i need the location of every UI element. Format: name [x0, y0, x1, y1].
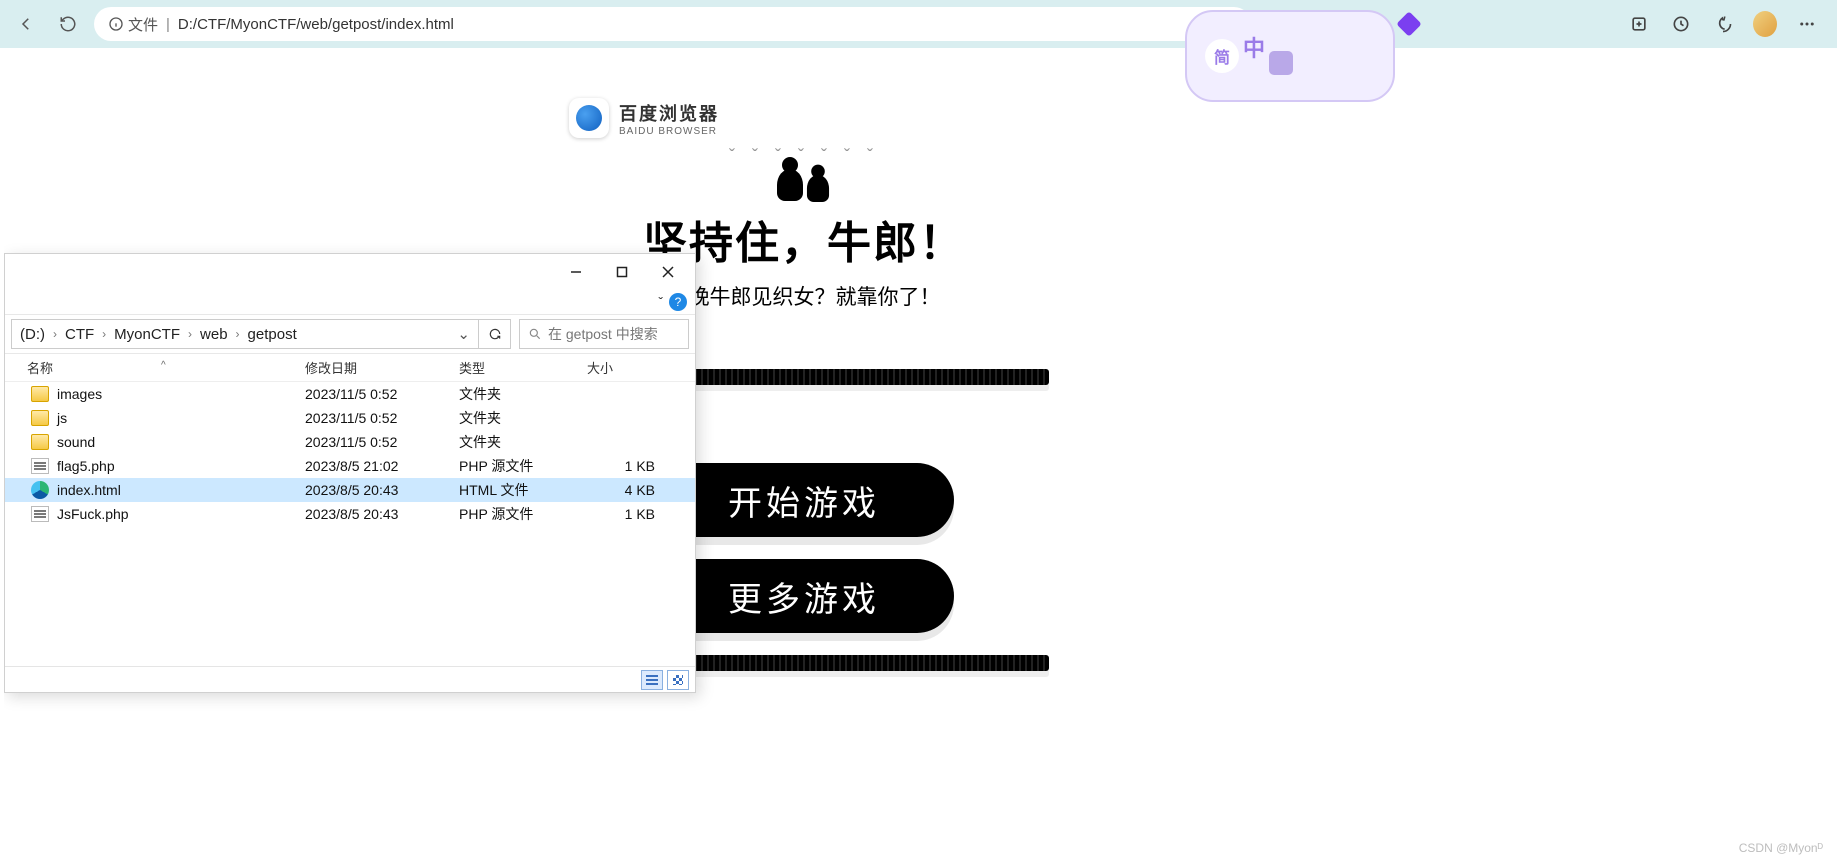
minimize-button[interactable] — [553, 257, 599, 287]
file-type: 文件夹 — [459, 408, 587, 428]
col-date[interactable]: 修改日期 — [305, 358, 459, 377]
file-date: 2023/11/5 0:52 — [305, 386, 459, 402]
page-viewport: 百度浏览器 BAIDU BROWSER ˇ ˇ ˇ ˇ ˇ ˇ ˇ 坚持住，牛郎… — [4, 48, 1833, 861]
addr-separator: | — [166, 16, 170, 33]
people-deco — [559, 169, 1049, 201]
html-icon — [31, 481, 49, 499]
file-row[interactable]: sound 2023/11/5 0:52文件夹 — [5, 430, 695, 454]
addr-label: 文件 — [128, 14, 158, 35]
float-widget[interactable]: 简 中 — [1185, 10, 1395, 102]
birds-deco: ˇ ˇ ˇ ˇ ˇ ˇ ˇ — [559, 146, 1049, 167]
float-badge-2: 中 — [1243, 31, 1265, 63]
explorer-search-input[interactable]: 在 getpost 中搜索 — [519, 319, 689, 349]
bc-seg[interactable]: (D:) — [20, 326, 45, 343]
view-icons-button[interactable] — [667, 670, 689, 690]
ribbon-collapse-row: ˇ ? — [5, 290, 695, 314]
file-type: 文件夹 — [459, 384, 587, 404]
file-size: 1 KB — [587, 506, 667, 522]
float-badge-3 — [1269, 51, 1293, 75]
column-headers[interactable]: 名称^ 修改日期 类型 大小 — [5, 354, 695, 382]
explorer-statusbar — [5, 666, 695, 692]
file-row[interactable]: JsFuck.php 2023/8/5 20:43PHP 源文件1 KB — [5, 502, 695, 526]
search-icon — [528, 327, 542, 341]
file-name: flag5.php — [57, 458, 115, 474]
chevron-right-icon: › — [53, 327, 57, 341]
file-name: index.html — [57, 482, 121, 498]
chevron-down-icon[interactable]: ˇ — [658, 294, 663, 310]
person-icon — [777, 169, 803, 201]
avatar-icon[interactable] — [1753, 12, 1777, 36]
info-icon[interactable]: 文件 — [108, 14, 158, 35]
file-explorer-window: ˇ ? (D:) › CTF › MyonCTF › web › getpost ⌄ 在… — [4, 253, 696, 693]
more-icon[interactable] — [1795, 12, 1819, 36]
col-name: 名称^ — [5, 358, 305, 377]
browser-toolbar: 文件 | D:/CTF/MyonCTF/web/getpost/index.ht… — [0, 0, 1837, 48]
file-size: 1 KB — [587, 458, 667, 474]
file-list: images2023/11/5 0:52文件夹js2023/11/5 0:52文… — [5, 382, 695, 666]
logo-en: BAIDU BROWSER — [619, 126, 719, 137]
view-details-button[interactable] — [641, 670, 663, 690]
person-icon — [807, 175, 829, 202]
file-row[interactable]: js 2023/11/5 0:52文件夹 — [5, 406, 695, 430]
file-size: 4 KB — [587, 482, 667, 498]
file-date: 2023/8/5 20:43 — [305, 506, 459, 522]
bc-seg[interactable]: getpost — [248, 326, 297, 343]
col-type[interactable]: 类型 — [459, 358, 587, 377]
history-icon[interactable] — [1669, 12, 1693, 36]
file-type: PHP 源文件 — [459, 504, 587, 524]
col-size[interactable]: 大小 — [587, 358, 667, 377]
refresh-button[interactable] — [52, 8, 84, 40]
maximize-button[interactable] — [599, 257, 645, 287]
file-row[interactable]: flag5.php 2023/8/5 21:02PHP 源文件1 KB — [5, 454, 695, 478]
file-name: JsFuck.php — [57, 506, 129, 522]
file-type: HTML 文件 — [459, 480, 587, 500]
file-name: js — [57, 410, 67, 426]
search-placeholder: 在 getpost 中搜索 — [548, 324, 658, 344]
sort-indicator: ^ — [161, 360, 166, 371]
logo: 百度浏览器 BAIDU BROWSER — [569, 98, 1049, 138]
file-type: PHP 源文件 — [459, 456, 587, 476]
php-icon — [31, 506, 49, 522]
bc-seg[interactable]: web — [200, 326, 228, 343]
chevron-right-icon: › — [188, 327, 192, 341]
file-date: 2023/8/5 21:02 — [305, 458, 459, 474]
start-game-button[interactable]: 开始游戏 — [654, 463, 954, 537]
performance-icon[interactable] — [1711, 12, 1735, 36]
window-titlebar[interactable] — [5, 254, 695, 290]
logo-icon — [569, 98, 609, 138]
explorer-refresh-button[interactable] — [479, 319, 511, 349]
chevron-right-icon: › — [102, 327, 106, 341]
file-name: images — [57, 386, 102, 402]
chevron-right-icon: › — [236, 327, 240, 341]
more-games-button[interactable]: 更多游戏 — [654, 559, 954, 633]
file-date: 2023/11/5 0:52 — [305, 434, 459, 450]
file-type: 文件夹 — [459, 432, 587, 452]
folder-icon — [31, 434, 49, 450]
file-date: 2023/11/5 0:52 — [305, 410, 459, 426]
php-icon — [31, 458, 49, 474]
collections-icon[interactable] — [1627, 12, 1651, 36]
close-button[interactable] — [645, 257, 691, 287]
float-badge-1: 简 — [1205, 39, 1239, 73]
file-row[interactable]: images 2023/11/5 0:52文件夹 — [5, 382, 695, 406]
chevron-down-icon[interactable]: ⌄ — [457, 325, 470, 343]
file-row[interactable]: index.html 2023/8/5 20:43HTML 文件4 KB — [5, 478, 695, 502]
folder-icon — [31, 386, 49, 402]
file-date: 2023/8/5 20:43 — [305, 482, 459, 498]
watermark: CSDN @Myonᴰ — [1739, 841, 1823, 855]
addr-path: D:/CTF/MyonCTF/web/getpost/index.html — [178, 16, 454, 33]
bc-seg[interactable]: CTF — [65, 326, 94, 343]
logo-cn: 百度浏览器 — [619, 100, 719, 126]
file-name: sound — [57, 434, 95, 450]
bc-seg[interactable]: MyonCTF — [114, 326, 180, 343]
breadcrumb[interactable]: (D:) › CTF › MyonCTF › web › getpost ⌄ — [11, 319, 479, 349]
explorer-nav: (D:) › CTF › MyonCTF › web › getpost ⌄ 在 get… — [5, 314, 695, 354]
extension-icon[interactable] — [1397, 12, 1421, 36]
folder-icon — [31, 410, 49, 426]
back-button[interactable] — [10, 8, 42, 40]
address-bar[interactable]: 文件 | D:/CTF/MyonCTF/web/getpost/index.ht… — [94, 7, 1251, 41]
logo-text: 百度浏览器 BAIDU BROWSER — [619, 100, 719, 137]
help-icon[interactable]: ? — [669, 293, 687, 311]
